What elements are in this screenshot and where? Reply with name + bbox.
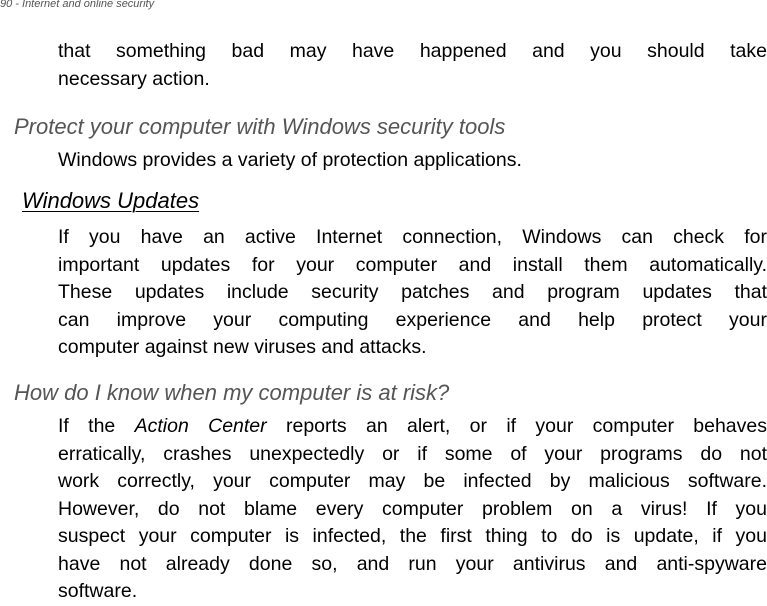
- risk-paragraph: If the Action Center reports an alert, o…: [58, 413, 767, 606]
- section-heading-risk: How do I know when my computer is at ris…: [14, 380, 450, 405]
- action-center-emphasis: Action Center: [134, 415, 267, 437]
- risk-line: work correctly, your computer may be inf…: [58, 470, 767, 492]
- page-header: 90 - Internet and online security: [0, 0, 155, 10]
- risk-line: erratically, crashes unexpectedly or if …: [58, 442, 767, 465]
- intro-line: necessary action.: [58, 67, 210, 90]
- risk-line-suffix: reports an alert, or if your computer be…: [266, 415, 767, 437]
- risk-line: software.: [58, 580, 138, 602]
- risk-line: have not already done so, and run your a…: [58, 552, 767, 575]
- protect-line: Windows provides a variety of protection…: [58, 149, 522, 171]
- subsection-heading-windows-updates: Windows Updates: [22, 188, 200, 213]
- protect-paragraph: Windows provides a variety of protection…: [58, 147, 767, 175]
- risk-line: suspect your computer is infected, the f…: [58, 525, 767, 547]
- updates-line: If you have an active Internet connectio…: [58, 226, 767, 248]
- intro-line: that something bad may have happened and…: [58, 40, 767, 62]
- risk-line-prefix: If the: [58, 415, 135, 437]
- updates-line: These updates include security patches a…: [58, 281, 767, 303]
- intro-paragraph: that something bad may have happened and…: [58, 38, 767, 93]
- updates-line: important updates for your computer and …: [58, 253, 767, 276]
- updates-line: can improve your computing experience an…: [58, 308, 767, 331]
- section-heading-protect: Protect your computer with Windows secur…: [14, 114, 506, 139]
- risk-line: If the Action Center reports an alert, o…: [58, 413, 767, 441]
- risk-line: However, do not blame every computer pro…: [58, 497, 767, 520]
- updates-line: computer against new viruses and attacks…: [58, 336, 427, 358]
- updates-paragraph: If you have an active Internet connectio…: [58, 224, 767, 362]
